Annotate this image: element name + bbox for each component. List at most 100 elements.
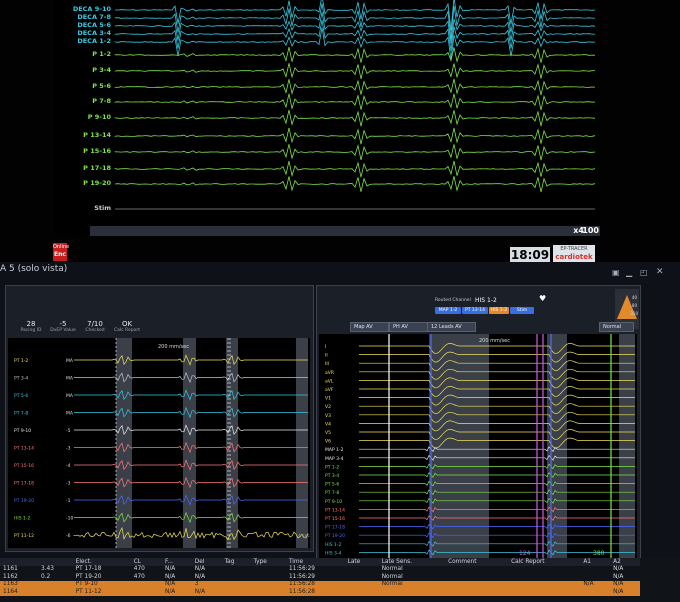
minimize-icon[interactable]: ▁ xyxy=(626,268,632,277)
map-trace-area[interactable]: 200 mm/sec I II III aVR aVL aVF V1 V2 V3 V4 V5 V6 MA… xyxy=(319,334,637,566)
table-header-cell[interactable]: Comment xyxy=(445,558,509,566)
table-cell xyxy=(222,573,251,581)
meter-value-2: 80 xyxy=(631,303,637,308)
pacing-side-value: -3 xyxy=(66,446,71,452)
table-row[interactable]: 1162 0.2 PT 19-20 470 N/A N/A 11:56:29 Normal N/… xyxy=(0,573,640,581)
pacing-channel-label: PT 15-16 xyxy=(14,463,34,469)
table-cell xyxy=(251,573,286,581)
table-cell: 11:56:28 xyxy=(285,588,345,596)
table-cell xyxy=(508,566,580,574)
table-header-cell[interactable]: A1 xyxy=(580,558,611,566)
table-cell: 0.2 xyxy=(41,573,51,580)
waveform-trace xyxy=(114,176,596,193)
map-channel-label: II xyxy=(325,353,328,359)
table-row[interactable]: 1161 3.43 PT 17-18 470 N/A N/A 11:56:29 Normal N… xyxy=(0,566,640,574)
table-header-cell[interactable]: Elect. xyxy=(72,558,131,566)
map-trace xyxy=(359,454,635,461)
table-cell: 3 xyxy=(191,580,222,588)
table-cell: PT 9-10 xyxy=(72,580,131,588)
map-trace xyxy=(359,463,635,470)
table-header-cell[interactable]: A2 xyxy=(610,558,640,566)
pill-his[interactable]: HIS 1-2 xyxy=(489,307,509,314)
table-header-cell[interactable]: Late Sens. xyxy=(378,558,446,566)
table-cell: N/A xyxy=(613,573,624,580)
table-header-cell[interactable] xyxy=(0,558,39,566)
waveform-trace xyxy=(114,3,595,39)
table-header-cell[interactable]: Calc Report xyxy=(508,558,581,566)
table-cell xyxy=(445,573,508,581)
camera-icon[interactable]: ▣ xyxy=(612,268,620,277)
brand-logo: EP-TRACER cardiotek xyxy=(553,245,595,263)
table-header-cell[interactable]: F... xyxy=(162,558,192,566)
enc-bottom-label: Enc xyxy=(54,251,66,258)
pill-map[interactable]: MAP 1-2 xyxy=(435,307,461,314)
online-encoder-badge: Online Enc xyxy=(53,243,69,261)
waveform-trace xyxy=(114,63,596,79)
table-cell: Normal xyxy=(381,573,403,580)
dropdown-map-av[interactable]: Map AV xyxy=(350,322,389,332)
waveform-trace xyxy=(114,144,596,161)
table-header-cell[interactable]: Tag xyxy=(221,558,251,566)
map-channel-label: MAP 3-4 xyxy=(325,456,344,462)
table-cell xyxy=(580,573,610,581)
table-header-cell[interactable]: Late xyxy=(344,558,379,566)
table-cell xyxy=(445,566,508,574)
map-trace xyxy=(359,351,635,363)
pacing-side-value: -6 xyxy=(66,533,71,539)
table-header-cell[interactable]: Time xyxy=(285,558,345,566)
pacing-trace-area[interactable]: 200 mm/sec 4 sec PT 1-2 MA PT 3-4 MA PT 5-6 M… xyxy=(8,338,310,548)
table-cell: 470 xyxy=(133,573,145,580)
pacing-id-stat: 28 Pacing ID xyxy=(16,320,46,333)
map-channel-label: V4 xyxy=(325,421,331,427)
pacing-side-value: -5 xyxy=(66,428,71,434)
table-cell xyxy=(38,588,73,596)
table-cell xyxy=(250,580,286,588)
heart-icon[interactable]: ♥ xyxy=(539,294,546,303)
table-header-cell[interactable] xyxy=(38,558,73,566)
close-icon[interactable]: ✕ xyxy=(656,267,664,277)
table-cell: N/A xyxy=(610,588,640,596)
map-channel-label: PT 15-16 xyxy=(325,516,345,522)
pacing-channel-label: PT 11-12 xyxy=(14,533,34,539)
table-header-cell[interactable]: CL xyxy=(130,558,163,566)
pill-stim[interactable]: Stim xyxy=(510,307,534,314)
analysis-window xyxy=(547,334,567,566)
waveform-trace xyxy=(114,20,595,52)
routed-channel-value[interactable]: HIS 1-2 xyxy=(475,297,497,304)
pacing-id-label: Pacing ID xyxy=(20,328,42,333)
map-trace xyxy=(359,429,635,440)
restore-icon[interactable]: ◰ xyxy=(640,268,648,277)
realtime-ecg-screen: DECA 9-10 DECA 7-8 DECA 5-6 DECA 3-4 DECA 1-… xyxy=(55,0,600,236)
table-cell xyxy=(221,588,251,596)
mode-dropdown[interactable]: Normal xyxy=(599,322,634,332)
table-cell: N/A xyxy=(191,588,222,596)
pacing-channel-label: PT 13-14 xyxy=(14,446,34,452)
waveform-trace xyxy=(114,109,596,127)
map-trace xyxy=(359,403,635,415)
clock: 18:09 xyxy=(510,247,550,263)
map-channel-label: V2 xyxy=(325,404,331,410)
map-channel-label: aVL xyxy=(325,378,334,384)
table-cell xyxy=(445,580,509,588)
map-trace xyxy=(359,480,635,487)
map-channel-label: V1 xyxy=(325,396,331,402)
table-cell xyxy=(251,566,286,574)
table-row[interactable]: 1163 PT 9-10 N/A 3 11:56:28 Normal N/A N/A xyxy=(0,580,640,588)
table-row[interactable]: 1164 PT 11-12 N/A N/A 11:56:28 N/A xyxy=(0,588,640,596)
map-channel-label: PT 1-2 xyxy=(325,464,339,470)
window-title: A 5 (solo vista) xyxy=(0,264,68,274)
dropdown-12-leads[interactable]: 12 Leads AV xyxy=(427,322,476,332)
dropdown-ph-av[interactable]: PH AV xyxy=(389,322,428,332)
table-header-cell[interactable]: Type xyxy=(250,558,286,566)
brand-line2: cardiotek xyxy=(555,253,593,261)
table-cell: PT 11-12 xyxy=(72,588,131,596)
pill-pt[interactable]: PT 13-14 xyxy=(462,307,488,314)
pacing-channel-label: PT 3-4 xyxy=(14,376,28,382)
table-cell: 11:56:28 xyxy=(285,580,345,588)
pacing-channel-label: PT 9-10 xyxy=(14,428,31,434)
speed-label: 200 mm/sec xyxy=(158,344,189,350)
map-channel-label: PT 3-4 xyxy=(325,473,339,479)
table-header-cell[interactable]: Del xyxy=(191,558,222,566)
table-cell: Normal xyxy=(381,566,403,573)
timeline-scrollbar[interactable]: x4 100 xyxy=(90,226,600,236)
